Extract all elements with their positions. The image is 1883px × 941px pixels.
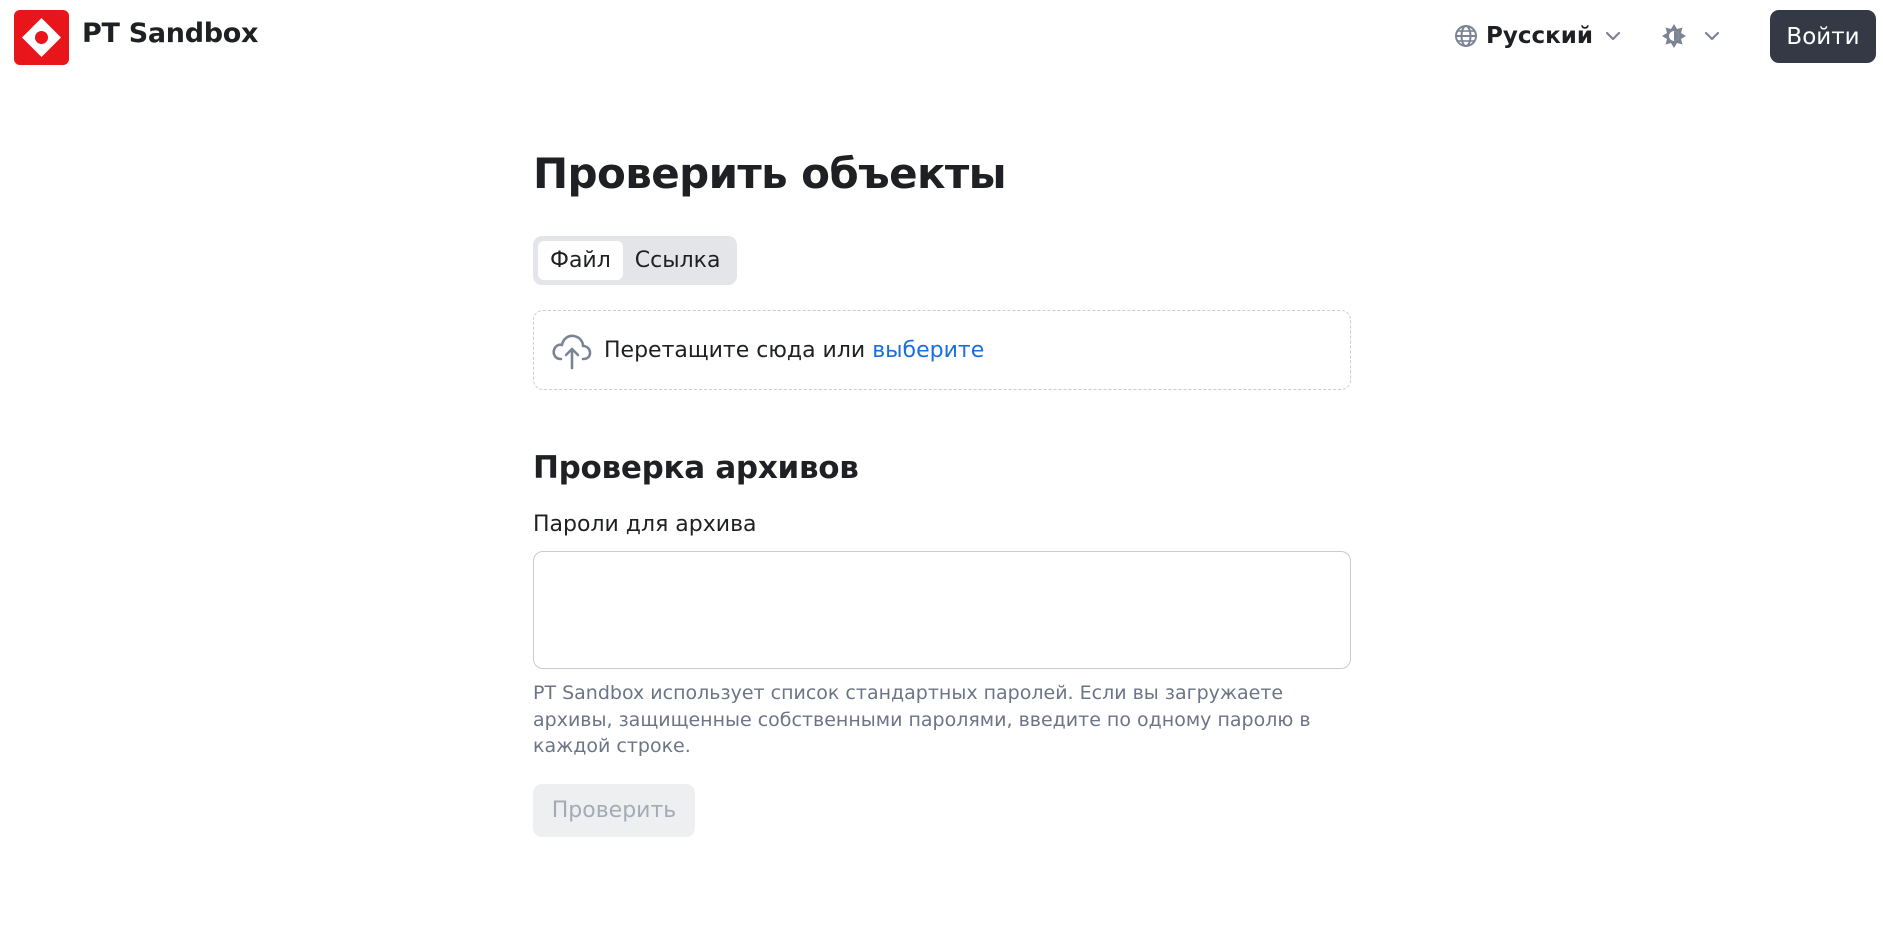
tab-link[interactable]: Ссылка [623,241,733,280]
archive-passwords-hint: PT Sandbox использует список стандартных… [533,682,1311,757]
archive-passwords-label: Пароли для архива [533,512,757,537]
source-type-tabs: Файл Ссылка [533,236,738,285]
tab-file[interactable]: Файл [538,241,623,280]
theme-selector[interactable] [1660,20,1722,52]
dropzone-text: Перетащите сюда или [604,337,866,363]
cloud-upload-icon [552,334,592,370]
sun-icon [1662,24,1686,48]
chevron-down-icon [1704,31,1720,41]
choose-file-link[interactable]: выберите [872,338,984,363]
language-selector[interactable]: Русский [1454,18,1623,54]
login-button[interactable]: Войти [1770,10,1876,63]
chevron-down-icon [1605,31,1621,41]
language-label: Русский [1486,23,1593,49]
brand-name: PT Sandbox [82,18,259,49]
pt-logo-icon[interactable] [14,10,69,65]
globe-icon [1455,25,1477,47]
archive-passwords-field[interactable] [533,551,1351,669]
archive-section-title: Проверка архивов [533,450,859,486]
top-bar: PT Sandbox Русский Войти [0,0,1883,74]
page-title: Проверить объекты [533,149,1007,198]
main-content: Проверить объекты Файл Ссылка Перетащите… [533,149,1351,837]
check-button[interactable]: Проверить [533,784,695,837]
file-dropzone[interactable]: Перетащите сюда или выберите [533,310,1351,390]
